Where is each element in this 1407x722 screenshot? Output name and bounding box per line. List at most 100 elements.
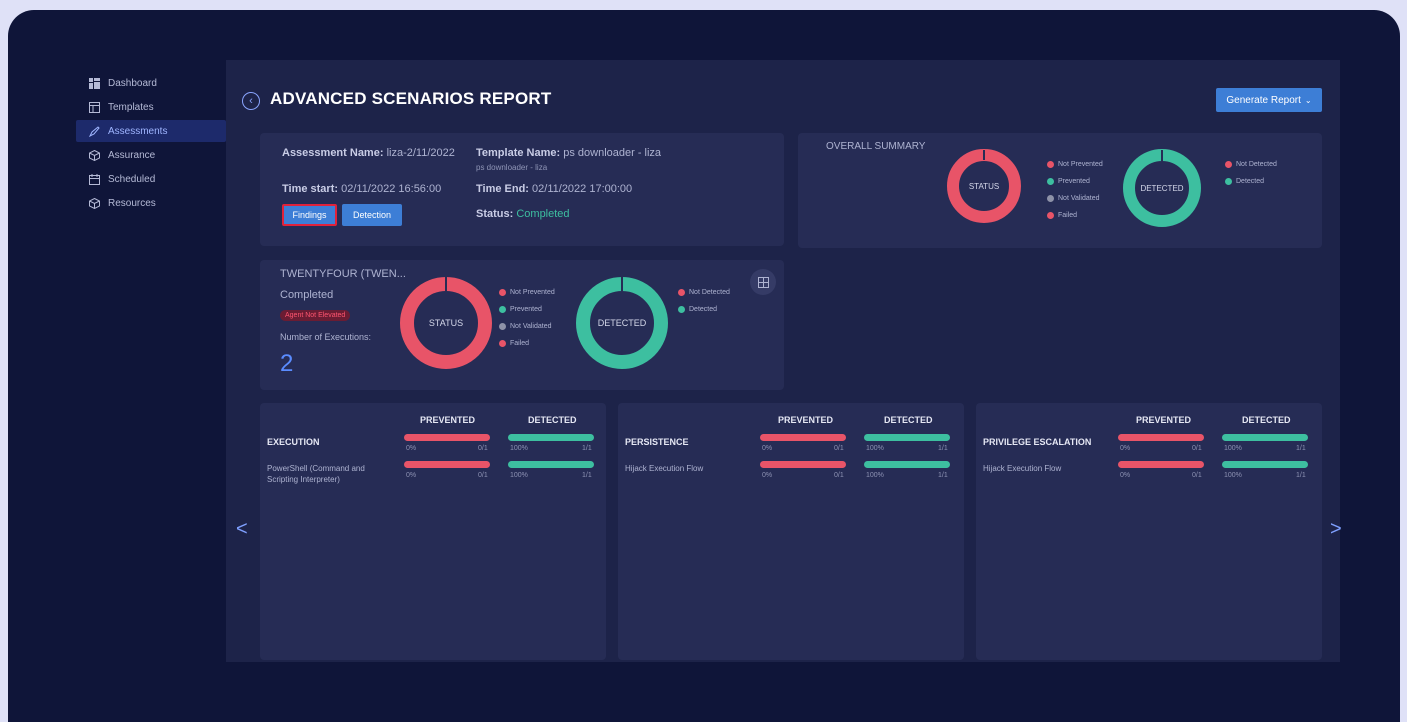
detected-legend: Not Detected Detected	[1225, 156, 1277, 190]
prevented-pct: 0%	[406, 445, 417, 452]
detected-ratio: 1/1	[1296, 472, 1306, 479]
template-name: Template Name: ps downloader - liza	[476, 147, 662, 159]
prevented-pct: 0%	[1120, 472, 1131, 479]
sidebar-item-resources[interactable]: Resources	[76, 192, 226, 214]
assessment-name: Assessment Name: liza-2/11/2022	[282, 147, 455, 159]
agent-badge: Agent Not Elevated	[280, 310, 351, 321]
detected-pct: 100%	[1224, 445, 1242, 452]
legend-item: Failed	[499, 335, 555, 352]
findings-button[interactable]: Findings	[282, 204, 337, 226]
rocket-icon	[89, 125, 100, 137]
technique-label: Hijack Execution Flow	[983, 464, 1062, 473]
sidebar-item-label: Templates	[108, 101, 154, 113]
prevented-ratio: 0/1	[834, 445, 844, 452]
detected-pct: 100%	[1224, 472, 1242, 479]
detected-ratio: 1/1	[1296, 445, 1306, 452]
carousel-next-icon[interactable]: >	[1330, 518, 1342, 541]
status-legend: Not Prevented Prevented Not Validated Fa…	[1047, 156, 1103, 224]
prevented-ratio: 0/1	[478, 472, 488, 479]
status-legend: Not Prevented Prevented Not Validated Fa…	[499, 284, 555, 352]
technique-label: PowerShell (Command and Scripting Interp…	[267, 464, 365, 484]
prevented-bar	[404, 434, 490, 441]
status-donut: STATUS	[947, 149, 1021, 223]
status-donut: STATUS	[400, 277, 492, 369]
sidebar-item-label: Dashboard	[108, 77, 157, 89]
tactic-title: EXECUTION	[267, 437, 320, 447]
legend-item: Not Detected	[1225, 156, 1277, 173]
detected-legend: Not Detected Detected	[678, 284, 730, 318]
cube-icon	[89, 149, 100, 161]
app-window: Dashboard Templates Assessments Assuranc…	[8, 10, 1400, 722]
prevented-ratio: 0/1	[1192, 472, 1202, 479]
detected-header: DETECTED	[1242, 415, 1291, 425]
grid-view-icon[interactable]	[750, 269, 776, 295]
tactic-title: PRIVILEGE ESCALATION	[983, 437, 1092, 447]
assessment-info-card: Assessment Name: liza-2/11/2022 Template…	[260, 133, 784, 246]
detected-bar	[508, 434, 594, 441]
detected-pct: 100%	[510, 472, 528, 479]
page-title: ADVANCED SCENARIOS REPORT	[270, 89, 552, 108]
detection-button[interactable]: Detection	[342, 204, 402, 226]
detected-donut: DETECTED	[576, 277, 668, 369]
legend-item: Detected	[1225, 173, 1277, 190]
agent-name: TWENTYFOUR (TWEN...	[280, 268, 406, 280]
overall-summary-card: OVERALL SUMMARY STATUS Not Prevented Pre…	[798, 133, 1322, 248]
detected-header: DETECTED	[528, 415, 577, 425]
prevented-ratio: 0/1	[834, 472, 844, 479]
donut-label: DETECTED	[1140, 184, 1183, 193]
legend-item: Not Validated	[1047, 190, 1103, 207]
sidebar-item-templates[interactable]: Templates	[76, 96, 226, 118]
prevented-bar	[1118, 434, 1204, 441]
prevented-header: PREVENTED	[1136, 415, 1192, 425]
status: Status: Completed	[476, 208, 570, 220]
template-subtext: ps downloader - liza	[476, 163, 548, 172]
template-icon	[89, 101, 100, 113]
status-badge: Completed	[516, 208, 570, 220]
detected-pct: 100%	[866, 445, 884, 452]
legend-item: Not Prevented	[499, 284, 555, 301]
prevented-header: PREVENTED	[420, 415, 476, 425]
detected-bar	[864, 461, 950, 468]
detected-ratio: 1/1	[582, 472, 592, 479]
detected-bar	[508, 461, 594, 468]
sidebar-item-label: Resources	[108, 197, 156, 209]
detected-bar	[864, 434, 950, 441]
sidebar: Dashboard Templates Assessments Assuranc…	[76, 72, 226, 216]
time-start: Time start: 02/11/2022 16:56:00	[282, 183, 442, 195]
prevented-header: PREVENTED	[778, 415, 834, 425]
sidebar-item-dashboard[interactable]: Dashboard	[76, 72, 226, 94]
sidebar-item-label: Assurance	[108, 149, 156, 161]
sidebar-item-assessments[interactable]: Assessments	[76, 120, 226, 142]
detected-ratio: 1/1	[582, 445, 592, 452]
time-end: Time End: 02/11/2022 17:00:00	[476, 183, 633, 195]
prevented-pct: 0%	[762, 472, 773, 479]
detected-header: DETECTED	[884, 415, 933, 425]
prevented-bar	[760, 434, 846, 441]
chevron-down-icon: ⌄	[1304, 95, 1312, 105]
detected-ratio: 1/1	[938, 445, 948, 452]
back-icon[interactable]: ‹	[242, 92, 260, 110]
tactic-panel-privilege-escalation: PREVENTED DETECTED PRIVILEGE ESCALATION …	[976, 403, 1322, 660]
executions-label: Number of Executions:	[280, 332, 372, 342]
prevented-pct: 0%	[762, 445, 773, 452]
sidebar-item-assurance[interactable]: Assurance	[76, 144, 226, 166]
prevented-bar	[760, 461, 846, 468]
prevented-ratio: 0/1	[1192, 445, 1202, 452]
main-content: ‹ ADVANCED SCENARIOS REPORT Generate Rep…	[226, 60, 1342, 662]
executions-count: 2	[280, 350, 294, 377]
prevented-bar	[404, 461, 490, 468]
sidebar-item-scheduled[interactable]: Scheduled	[76, 168, 226, 190]
legend-item: Not Validated	[499, 318, 555, 335]
cube-icon	[89, 197, 100, 209]
generate-report-button[interactable]: Generate Report ⌄	[1216, 88, 1322, 112]
detected-ratio: 1/1	[938, 472, 948, 479]
legend-item: Prevented	[499, 301, 555, 318]
legend-item: Prevented	[1047, 173, 1103, 190]
sidebar-item-label: Assessments	[108, 125, 168, 137]
tactic-panel-execution: PREVENTED DETECTED EXECUTION 0% 0/1 100%…	[260, 403, 606, 660]
generate-report-label: Generate Report	[1226, 94, 1301, 106]
detected-bar	[1222, 461, 1308, 468]
carousel-prev-icon[interactable]: <	[236, 518, 248, 541]
detected-donut: DETECTED	[1123, 149, 1201, 227]
legend-item: Failed	[1047, 207, 1103, 224]
